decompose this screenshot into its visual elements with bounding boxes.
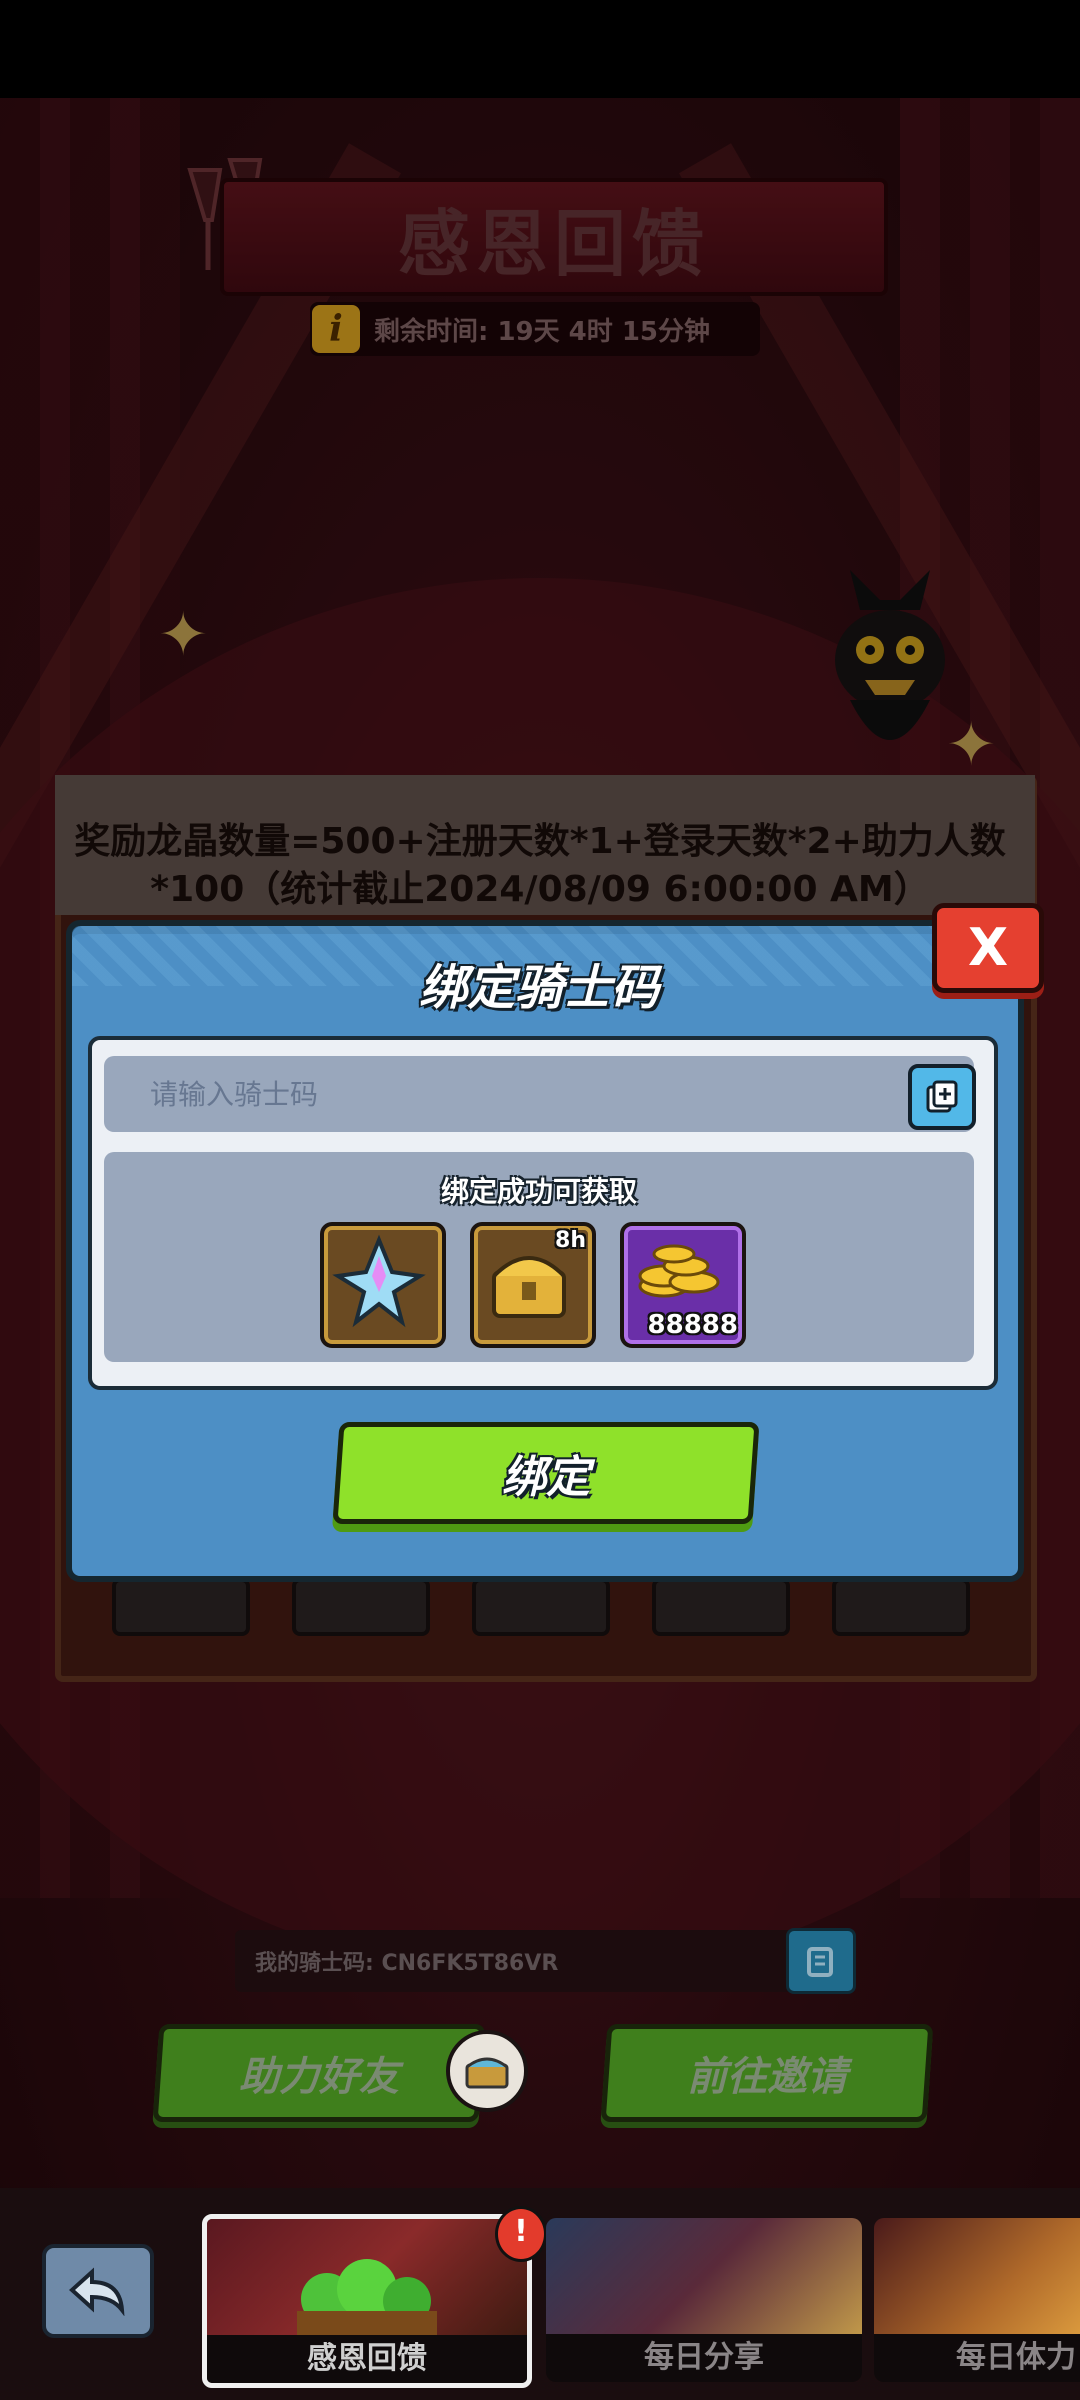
go-invite-label: 前往邀请 xyxy=(687,2054,847,2100)
my-knight-code-text: 我的骑士码: CN6FK5T86VR xyxy=(255,1951,559,1976)
go-invite-button[interactable]: 前往邀请 xyxy=(600,2024,934,2122)
modal-title: 绑定骑士码 xyxy=(418,960,659,1016)
back-arrow-icon xyxy=(69,2267,125,2316)
tab-image xyxy=(874,2218,1080,2338)
help-friend-label: 助力好友 xyxy=(239,2054,399,2100)
paste-icon xyxy=(926,1080,958,1113)
copy-code-button[interactable] xyxy=(786,1928,856,1994)
reward-item-coins[interactable]: 88888 xyxy=(620,1222,746,1348)
tab-daily-share[interactable]: 每日分享 xyxy=(546,2218,862,2382)
copy-icon xyxy=(807,1947,833,1977)
treasure-chest-icon xyxy=(465,2057,509,2089)
chest-bubble-icon xyxy=(446,2030,528,2112)
reward-item-chest[interactable]: 8h xyxy=(470,1222,596,1348)
reward-count: 88888 xyxy=(647,1310,738,1340)
tab-alert-badge: ! xyxy=(495,2206,547,2262)
my-knight-code-bar: 我的骑士码: CN6FK5T86VR xyxy=(235,1930,855,1992)
rewards-title: 绑定成功可获取 xyxy=(440,1175,637,1208)
treasure-gems-icon xyxy=(297,2259,437,2339)
crystal-icon xyxy=(332,1234,426,1328)
tab-label: 感恩回馈 xyxy=(207,2335,527,2383)
reward-item-crystal[interactable] xyxy=(320,1222,446,1348)
tab-daily-stamina[interactable]: 每日体力 xyxy=(874,2218,1080,2382)
paste-button[interactable] xyxy=(908,1064,976,1130)
tab-image xyxy=(207,2219,527,2339)
close-button[interactable]: X xyxy=(932,903,1044,993)
close-icon: X xyxy=(967,918,1009,978)
tab-image xyxy=(546,2218,862,2338)
tab-label: 每日分享 xyxy=(546,2334,862,2382)
bind-label: 绑定 xyxy=(502,1452,590,1503)
tab-label: 每日体力 xyxy=(874,2334,1080,2382)
tab-thanks-feedback[interactable]: 感恩回馈 xyxy=(202,2214,532,2388)
help-friend-button[interactable]: 助力好友 xyxy=(152,2024,486,2122)
bind-button[interactable]: 绑定 xyxy=(332,1422,760,1524)
reward-duration-badge: 8h xyxy=(555,1228,586,1253)
status-bar xyxy=(0,0,1080,98)
back-button[interactable] xyxy=(42,2244,154,2338)
knight-code-input[interactable] xyxy=(104,1056,974,1132)
